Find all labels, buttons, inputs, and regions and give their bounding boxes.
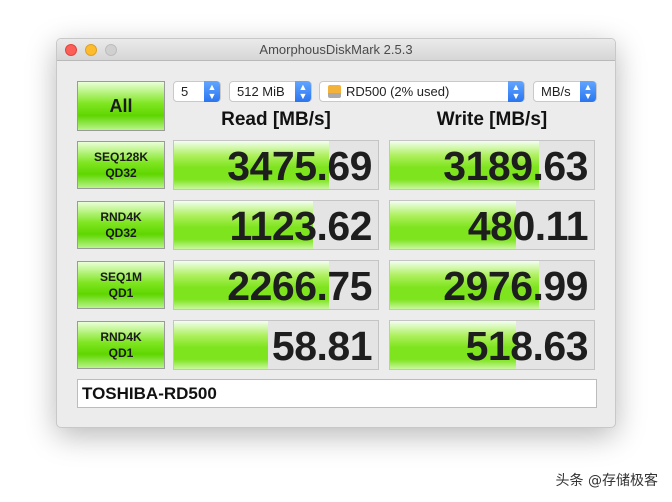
write-value: 2976.99	[443, 263, 588, 309]
test-button[interactable]: SEQ1M QD1	[77, 261, 165, 309]
app-window: AmorphousDiskMark 2.5.3 All 5 ▲ ▼ 512 MiB ▲…	[56, 38, 616, 428]
unit-select[interactable]: MB/s ▲ ▼	[533, 81, 597, 102]
read-result: 1123.62	[173, 200, 379, 250]
test-label-line2: QD32	[105, 166, 137, 180]
write-value: 3189.63	[443, 143, 588, 189]
test-button[interactable]: RND4K QD32	[77, 201, 165, 249]
chevron-updown-icon: ▲ ▼	[508, 81, 524, 102]
test-label-line2: QD1	[108, 346, 134, 360]
read-result: 3475.69	[173, 140, 379, 190]
chevron-updown-icon: ▲ ▼	[580, 81, 596, 102]
test-size-value: 512 MiB	[237, 84, 285, 99]
test-count-select[interactable]: 5 ▲ ▼	[173, 81, 221, 102]
device-name-field[interactable]: TOSHIBA-RD500	[77, 379, 597, 408]
test-button[interactable]: SEQ128K QD32	[77, 141, 165, 189]
test-count-value: 5	[181, 84, 189, 99]
write-header: Write [MB/s]	[436, 109, 548, 130]
drive-select[interactable]: RD500 (2% used) ▲ ▼	[319, 81, 525, 102]
read-value: 1123.62	[229, 203, 373, 249]
test-label-line1: RND4K	[100, 210, 142, 224]
test-size-select[interactable]: 512 MiB ▲ ▼	[229, 81, 312, 102]
close-button[interactable]	[65, 44, 77, 56]
chevron-updown-icon: ▲ ▼	[204, 81, 220, 102]
test-label-line1: SEQ128K	[93, 150, 149, 164]
write-result: 480.11	[389, 200, 595, 250]
read-result: 2266.75	[173, 260, 379, 310]
minimize-button[interactable]	[85, 44, 97, 56]
zoom-button[interactable]	[105, 44, 117, 56]
all-button[interactable]: All	[77, 81, 165, 131]
read-header: Read [MB/s]	[221, 109, 331, 130]
write-value: 480.11	[467, 203, 589, 249]
chevron-updown-icon: ▲ ▼	[295, 81, 311, 102]
write-value: 518.63	[465, 323, 589, 369]
test-button[interactable]: RND4K QD1	[77, 321, 165, 369]
read-value: 2266.75	[227, 263, 372, 309]
window-title: AmorphousDiskMark 2.5.3	[259, 42, 413, 57]
drive-icon	[328, 85, 341, 98]
read-value: 58.81	[271, 323, 373, 369]
test-label-line1: RND4K	[100, 330, 142, 344]
write-result: 2976.99	[389, 260, 595, 310]
test-label-line2: QD1	[108, 286, 134, 300]
read-value: 3475.69	[227, 143, 372, 189]
unit-value: MB/s	[541, 84, 571, 99]
read-result: 58.81	[173, 320, 379, 370]
write-result: 3189.63	[389, 140, 595, 190]
read-fill-bar	[174, 321, 268, 369]
watermark: 头条 @存储极客	[555, 473, 658, 489]
drive-value: RD500 (2% used)	[346, 84, 450, 99]
test-label-line1: SEQ1M	[99, 270, 142, 284]
title-bar: AmorphousDiskMark 2.5.3	[57, 39, 615, 61]
write-result: 518.63	[389, 320, 595, 370]
test-label-line2: QD32	[105, 226, 137, 240]
